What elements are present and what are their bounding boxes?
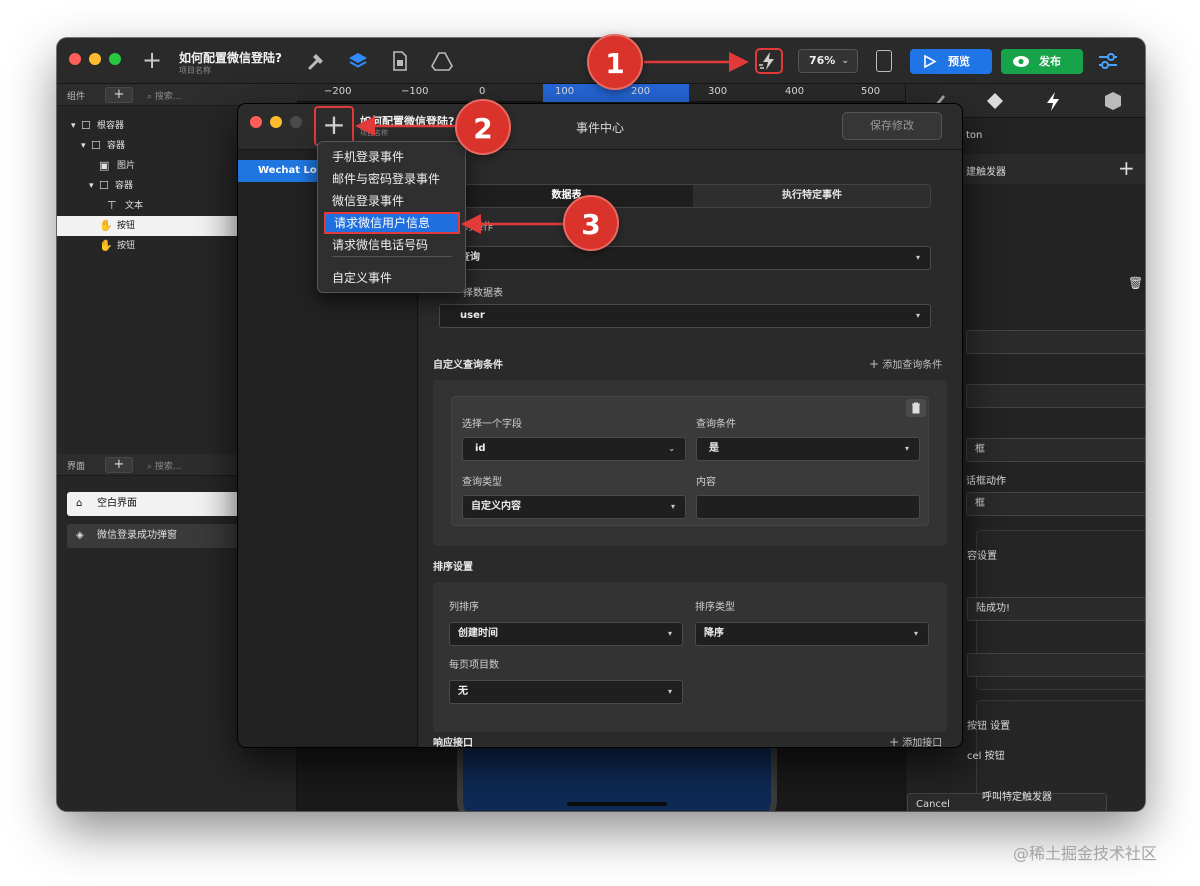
annotation-arrows <box>355 52 749 234</box>
step-badge-3: 3 <box>563 195 619 251</box>
step-badge-2: 2 <box>455 99 511 155</box>
step-badge-1: 1 <box>587 34 643 90</box>
watermark: @稀土掘金技术社区 <box>1013 844 1158 863</box>
